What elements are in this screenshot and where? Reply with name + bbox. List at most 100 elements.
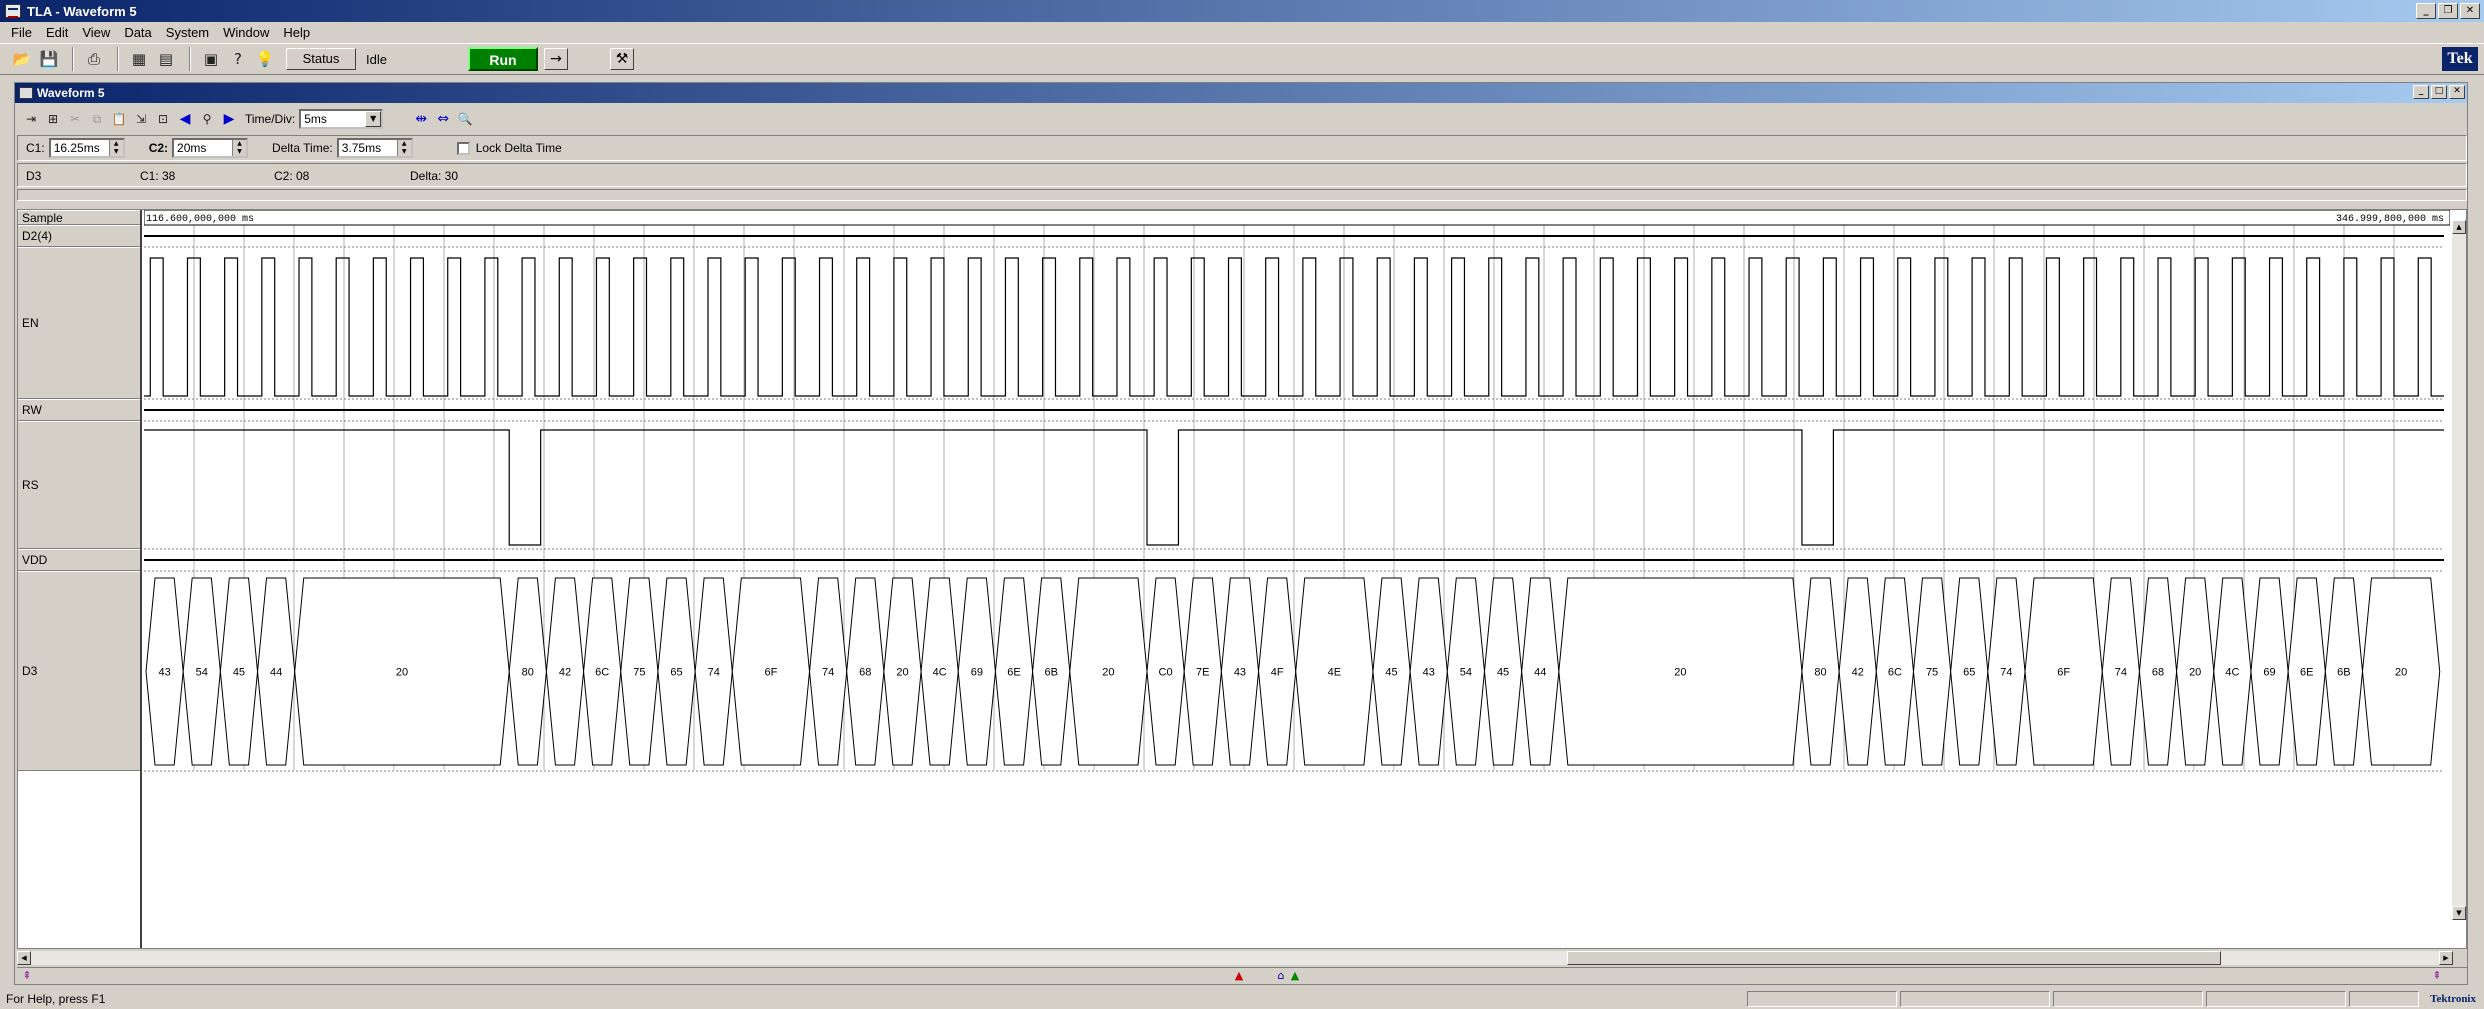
channel-label-sample[interactable]: Sample — [18, 210, 140, 225]
bus-value: 69 — [2263, 667, 2275, 679]
channel-label-vdd[interactable]: VDD — [18, 549, 140, 571]
spinner-icon[interactable]: ▲ ▼ — [396, 140, 411, 156]
channel-label-rw[interactable]: RW — [18, 399, 140, 421]
info-c2: C2: 08 — [274, 169, 310, 183]
channel-label-en[interactable]: EN — [18, 247, 140, 399]
bus-value: 69 — [971, 667, 983, 679]
chevron-down-icon[interactable]: ▼ — [365, 111, 382, 127]
system-trigger-marker-icon[interactable]: ⌂ — [1275, 969, 1287, 982]
waveform-plot[interactable]: 116.600,000,000 ms 346.999,800,000 ms 43… — [144, 210, 2450, 948]
maximize-icon[interactable]: □ — [2431, 85, 2447, 99]
print-icon[interactable]: ⎙ — [82, 47, 106, 71]
bus-value: 74 — [2000, 667, 2012, 679]
help-bulb-icon[interactable]: 💡 — [253, 47, 277, 71]
bus-value: 68 — [859, 667, 871, 679]
spinner-icon[interactable]: ▲ ▼ — [232, 140, 247, 156]
waveform-display: Sample D2(4) EN RW RS VDD D3 116.600,000… — [17, 209, 2467, 949]
properties-icon[interactable]: ▣ — [199, 47, 223, 71]
tektronix-logo: Tektronix — [2430, 993, 2476, 1005]
zoom-out-icon[interactable]: ⇹ — [411, 109, 431, 129]
zoom-in-icon[interactable]: ⇔ — [433, 109, 453, 129]
channel-label-d2[interactable]: D2(4) — [18, 225, 140, 247]
status-cell — [2349, 991, 2420, 1007]
magnifier-icon[interactable]: 🔍 — [455, 109, 475, 129]
paste-icon[interactable]: 📋 — [109, 109, 129, 129]
search-back-arrow-icon[interactable]: ◀ — [175, 109, 195, 129]
menu-help[interactable]: Help — [276, 25, 317, 40]
add-bus-icon[interactable]: ⊞ — [43, 109, 63, 129]
menu-file[interactable]: File — [4, 25, 39, 40]
status-button[interactable]: Status — [286, 48, 356, 70]
scroll-thumb[interactable] — [1567, 951, 2221, 965]
end-marker-icon[interactable]: ⇞ — [2431, 969, 2443, 982]
toolbar-separator — [117, 47, 119, 71]
go-to-icon[interactable]: ⇲ — [131, 109, 151, 129]
listing-window-icon[interactable]: ▦ — [127, 47, 151, 71]
c2-input[interactable]: 20ms ▲ ▼ — [172, 138, 249, 158]
close-icon[interactable]: ✕ — [2460, 3, 2480, 19]
bus-value: 6C — [1888, 667, 1902, 679]
status-cell — [1747, 991, 1898, 1007]
vertical-scrollbar[interactable]: ▲ ▼ — [2452, 220, 2466, 920]
c1-input[interactable]: 16.25ms ▲ ▼ — [48, 138, 125, 158]
channel-label-d3[interactable]: D3 — [18, 571, 140, 771]
menu-system[interactable]: System — [159, 25, 216, 40]
menu-window[interactable]: Window — [216, 25, 276, 40]
bus-value: 6C — [595, 667, 609, 679]
cut-icon[interactable]: ✂ — [65, 109, 85, 129]
bus-value: 44 — [270, 667, 282, 679]
time-div-select[interactable]: 5ms ▼ — [299, 109, 384, 129]
open-folder-icon[interactable]: 📂 — [10, 47, 34, 71]
bus-value: 45 — [1385, 667, 1397, 679]
close-icon[interactable]: ✕ — [2449, 85, 2465, 99]
channel-label-rs[interactable]: RS — [18, 421, 140, 549]
bus-value: 20 — [896, 667, 908, 679]
c2-label: C2: — [148, 141, 169, 155]
toolbar-separator — [189, 47, 191, 71]
bus-value: 20 — [2395, 667, 2407, 679]
toolbar-separator — [72, 47, 74, 71]
status-help-text: For Help, press F1 — [6, 992, 106, 1006]
horizontal-scrollbar[interactable]: ◀ ▶ — [17, 951, 2453, 965]
restore-icon[interactable]: ❐ — [2438, 3, 2458, 19]
status-bar: For Help, press F1 Tektronix — [0, 989, 2484, 1009]
lock-delta-time-checkbox[interactable] — [456, 141, 470, 155]
bus-value: 4E — [1328, 667, 1341, 679]
context-help-icon[interactable]: ? — [226, 47, 250, 71]
binoculars-icon[interactable]: ⚲ — [197, 109, 217, 129]
setup-hammer-icon[interactable]: ⚒ — [610, 48, 634, 70]
save-icon[interactable]: 💾 — [37, 47, 61, 71]
menu-edit[interactable]: Edit — [39, 25, 75, 40]
scroll-down-icon[interactable]: ▼ — [2452, 906, 2466, 920]
cursor-bar: C1: 16.25ms ▲ ▼ C2: 20ms ▲ ▼ Delta Time: 3… — [17, 135, 2467, 161]
bus-value: 6B — [2337, 667, 2350, 679]
c1-value: 16.25ms — [53, 141, 100, 155]
minimize-icon[interactable]: _ — [2413, 85, 2429, 99]
scroll-right-icon[interactable]: ▶ — [2439, 951, 2453, 965]
waveform-window-icon[interactable]: ▤ — [154, 47, 178, 71]
scroll-up-icon[interactable]: ▲ — [2452, 220, 2466, 234]
delta-time-input[interactable]: 3.75ms ▲ ▼ — [336, 138, 413, 158]
menu-data[interactable]: Data — [117, 25, 158, 40]
copy-icon[interactable]: ⧉ — [87, 109, 107, 129]
scroll-left-icon[interactable]: ◀ — [17, 951, 31, 965]
run-mode-arrow-icon[interactable]: → — [544, 48, 568, 70]
minimize-icon[interactable]: _ — [2416, 3, 2436, 19]
status-cell — [1900, 991, 2051, 1007]
c1-marker-icon[interactable]: ▲ — [1233, 969, 1245, 982]
define-marks-icon[interactable]: ⊡ — [153, 109, 173, 129]
begin-marker-icon[interactable]: ⇞ — [21, 969, 33, 982]
cursor-info-bar: D3 C1: 38 C2: 08 Delta: 30 — [17, 163, 2467, 187]
spinner-icon[interactable]: ▲ ▼ — [108, 140, 123, 156]
time-div-label: Time/Div: — [245, 112, 296, 126]
bus-value: 6E — [1007, 667, 1020, 679]
add-waveform-icon[interactable]: ⇥ — [21, 109, 41, 129]
bus-value: 6F — [2057, 667, 2070, 679]
c2-marker-icon[interactable]: ▲ — [1289, 969, 1301, 982]
bus-value: C0 — [1159, 667, 1173, 679]
bus-value: 54 — [196, 667, 208, 679]
bus-value: 4F — [1271, 667, 1284, 679]
run-button[interactable]: Run — [468, 47, 538, 71]
menu-view[interactable]: View — [75, 25, 117, 40]
search-forward-arrow-icon[interactable]: ▶ — [219, 109, 239, 129]
